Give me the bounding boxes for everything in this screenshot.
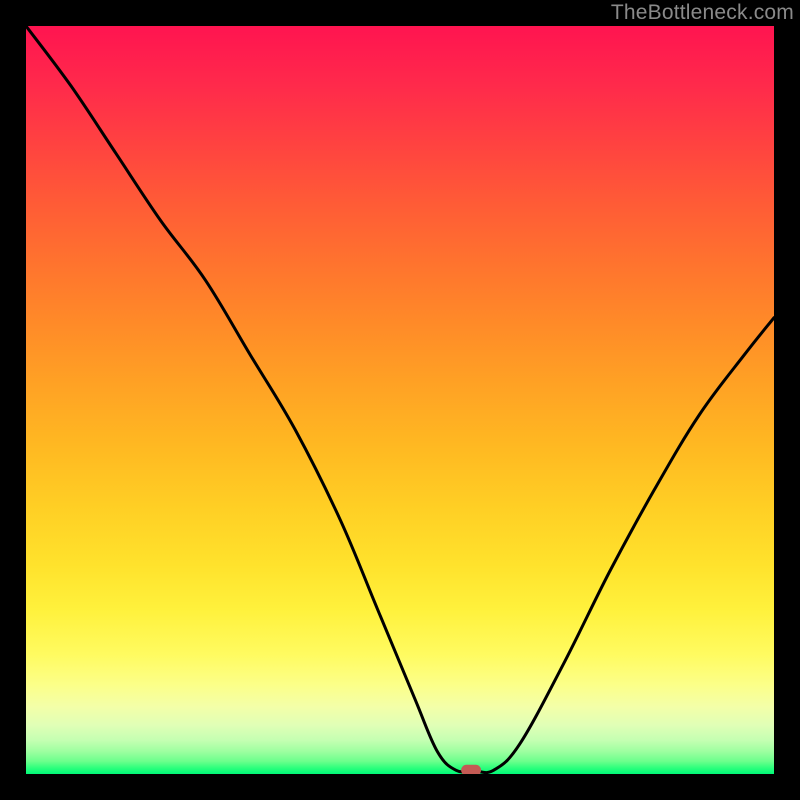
bottleneck-curve [26,26,774,774]
optimal-marker [461,765,481,774]
watermark-text: TheBottleneck.com [611,1,794,25]
